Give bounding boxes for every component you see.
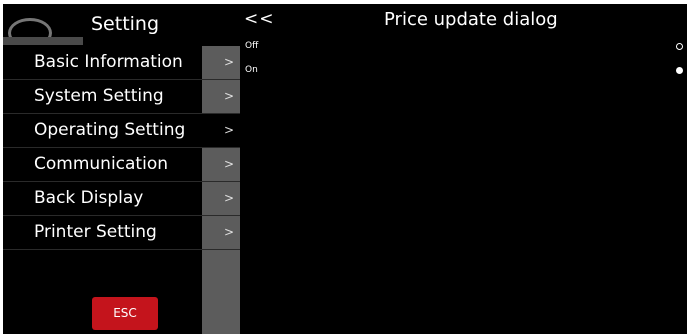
option-on[interactable]: On	[240, 65, 687, 81]
sidebar-item-back-display[interactable]: Back Display >	[3, 182, 240, 216]
sidebar-item-label: Communication	[34, 154, 168, 174]
option-label: On	[245, 65, 258, 75]
back-button[interactable]: <<	[244, 9, 275, 29]
chevron-right-icon: >	[202, 216, 240, 249]
sidebar-item-label: Operating Setting	[34, 120, 186, 140]
chevron-right-icon: >	[202, 114, 240, 147]
logo-bar	[3, 37, 83, 45]
chevron-right-icon: >	[202, 148, 240, 181]
chevron-right-icon: >	[202, 80, 240, 113]
sidebar-item-label: Printer Setting	[34, 222, 157, 242]
radio-off[interactable]	[676, 43, 683, 50]
chevron-right-icon: >	[202, 46, 240, 79]
option-label: Off	[245, 41, 259, 51]
sidebar-item-operating-setting[interactable]: Operating Setting >	[3, 114, 240, 148]
settings-menu: Basic Information > System Setting > Ope…	[3, 46, 240, 250]
sidebar-item-system-setting[interactable]: System Setting >	[3, 80, 240, 114]
sidebar-item-label: Back Display	[34, 188, 144, 208]
radio-on[interactable]	[676, 67, 683, 74]
sidebar-title: Setting	[91, 13, 160, 35]
esc-button[interactable]: ESC	[92, 297, 158, 330]
sidebar-item-basic-information[interactable]: Basic Information >	[3, 46, 240, 80]
main-panel: << Price update dialog Off On	[240, 4, 687, 334]
option-off[interactable]: Off	[240, 41, 687, 57]
sidebar-item-communication[interactable]: Communication >	[3, 148, 240, 182]
sidebar-item-label: System Setting	[34, 86, 164, 106]
chevron-right-icon: >	[202, 182, 240, 215]
sidebar-item-printer-setting[interactable]: Printer Setting >	[3, 216, 240, 250]
sidebar-item-label: Basic Information	[34, 52, 183, 72]
settings-screen: Setting Basic Information > System Setti…	[3, 4, 687, 334]
page-title: Price update dialog	[384, 9, 558, 30]
sidebar-header: Setting	[3, 4, 240, 48]
sidebar: Setting Basic Information > System Setti…	[3, 4, 240, 334]
